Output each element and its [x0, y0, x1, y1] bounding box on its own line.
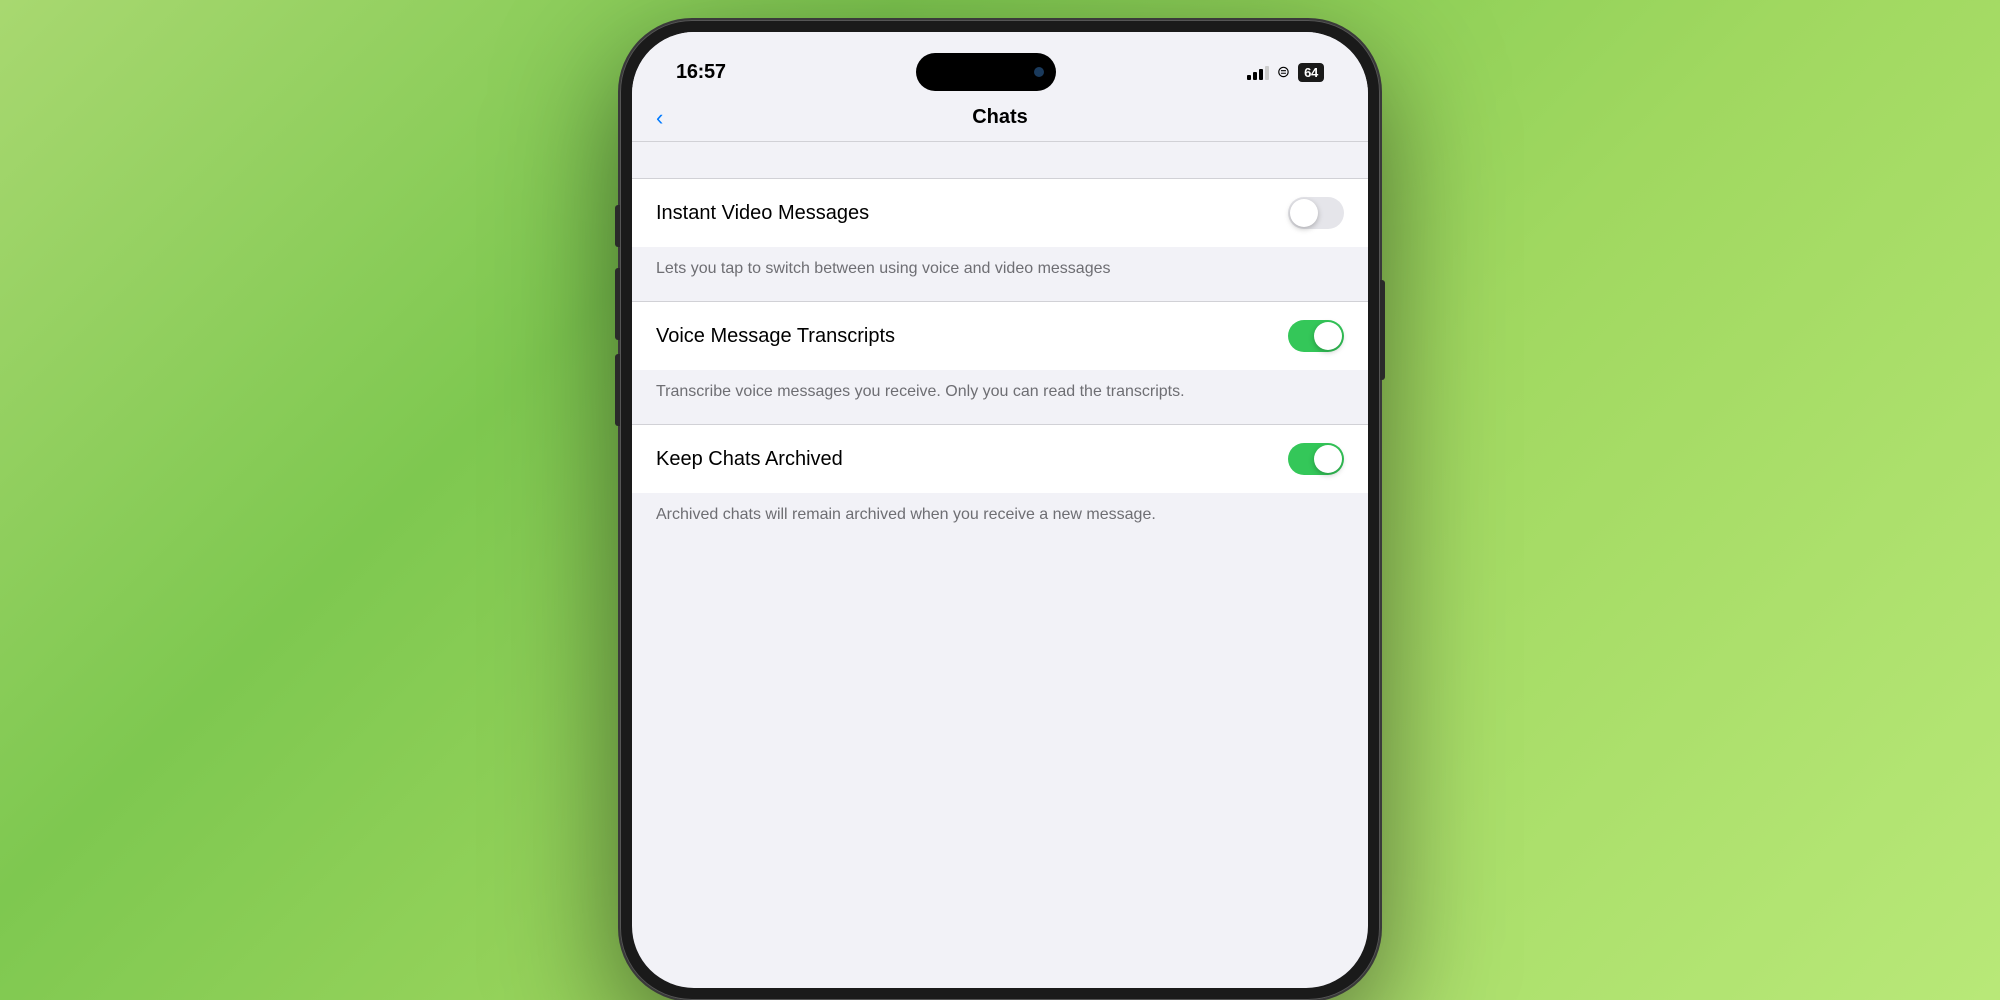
battery-level: 64 — [1298, 63, 1324, 82]
nav-bar: ‹ Chats — [632, 94, 1368, 142]
mute-button — [615, 205, 620, 247]
camera-dot — [1034, 67, 1044, 77]
instant-video-row: Instant Video Messages — [632, 179, 1368, 247]
settings-content: Instant Video Messages Lets you tap to s… — [632, 142, 1368, 545]
nav-title: Chats — [972, 106, 1028, 129]
power-button — [1380, 280, 1385, 380]
back-button[interactable]: ‹ — [656, 105, 663, 131]
voice-transcripts-group: Voice Message Transcripts — [632, 301, 1368, 370]
signal-bar-1 — [1247, 75, 1251, 80]
keep-archived-label: Keep Chats Archived — [656, 448, 843, 471]
volume-up-button — [615, 268, 620, 340]
status-bar: 16:57 ⊜ 64 — [632, 32, 1368, 94]
status-time: 16:57 — [676, 61, 726, 84]
keep-archived-toggle[interactable] — [1288, 443, 1344, 475]
battery: 64 — [1298, 63, 1324, 82]
instant-video-toggle-thumb — [1290, 199, 1318, 227]
volume-down-button — [615, 354, 620, 426]
voice-transcripts-label: Voice Message Transcripts — [656, 325, 895, 348]
signal-bar-2 — [1253, 72, 1257, 80]
instant-video-toggle[interactable] — [1288, 197, 1344, 229]
signal-bar-4 — [1265, 66, 1269, 80]
section-spacer-top — [632, 142, 1368, 178]
instant-video-description: Lets you tap to switch between using voi… — [632, 247, 1368, 299]
phone-screen: 16:57 ⊜ 64 ‹ Chats — [632, 32, 1368, 988]
signal-bars — [1247, 64, 1269, 80]
instant-video-label: Instant Video Messages — [656, 202, 869, 225]
dynamic-island — [916, 53, 1056, 91]
voice-transcripts-row: Voice Message Transcripts — [632, 302, 1368, 370]
voice-transcripts-toggle[interactable] — [1288, 320, 1344, 352]
voice-transcripts-toggle-thumb — [1314, 322, 1342, 350]
status-icons: ⊜ 64 — [1247, 62, 1324, 82]
phone-wrapper: 16:57 ⊜ 64 ‹ Chats — [620, 20, 1380, 1000]
voice-transcripts-description: Transcribe voice messages you receive. O… — [632, 370, 1368, 422]
wifi-icon: ⊜ — [1277, 62, 1290, 82]
instant-video-group: Instant Video Messages — [632, 178, 1368, 247]
keep-archived-toggle-thumb — [1314, 445, 1342, 473]
keep-archived-group: Keep Chats Archived — [632, 424, 1368, 493]
keep-archived-row: Keep Chats Archived — [632, 425, 1368, 493]
keep-archived-description: Archived chats will remain archived when… — [632, 493, 1368, 545]
signal-bar-3 — [1259, 69, 1263, 80]
